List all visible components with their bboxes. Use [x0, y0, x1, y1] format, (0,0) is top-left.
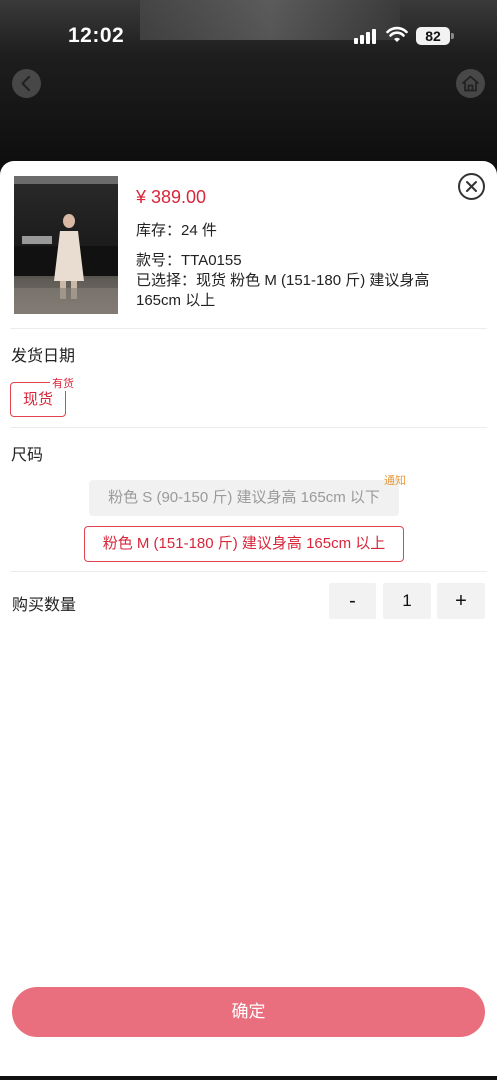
signal-icon [354, 28, 378, 44]
size-option-m[interactable]: 粉色 M (151-180 斤) 建议身高 165cm 以上 [84, 526, 404, 562]
divider [10, 571, 487, 572]
home-button[interactable] [456, 69, 485, 98]
home-icon [462, 75, 479, 92]
quantity-decrease-button[interactable]: - [329, 583, 376, 619]
in-stock-badge: 有货 [50, 375, 76, 391]
back-button[interactable] [12, 69, 41, 98]
divider [10, 427, 487, 428]
quantity-input[interactable]: 1 [383, 583, 431, 619]
model-number: 款号：TTA0155 [136, 252, 242, 269]
ship-date-title: 发货日期 [11, 348, 76, 365]
status-bar: 12:02 82 [0, 0, 497, 72]
quantity-label: 购买数量 [12, 597, 77, 614]
product-thumbnail [14, 176, 118, 314]
stock-count: 库存：24 件 [136, 222, 217, 239]
product-price: ¥ 389.00 [136, 187, 207, 207]
size-option-s[interactable]: 粉色 S (90-150 斤) 建议身高 165cm 以下 [89, 480, 399, 516]
selected-summary: 已选择：现货 粉色 M (151-180 斤) 建议身高 165cm 以上 [136, 272, 430, 309]
close-icon [466, 181, 477, 192]
product-thumbnail-graphic [14, 176, 118, 314]
close-button[interactable] [458, 173, 485, 200]
battery-indicator: 82 [416, 27, 454, 45]
divider [10, 328, 487, 329]
bottom-edge [0, 1076, 497, 1080]
status-time: 12:02 [68, 24, 125, 47]
size-title: 尺码 [11, 447, 44, 464]
notify-badge[interactable]: 通知 [384, 472, 406, 488]
confirm-button[interactable]: 确定 [12, 987, 485, 1037]
chevron-left-icon [21, 75, 31, 92]
wifi-icon [386, 26, 408, 42]
quantity-increase-button[interactable]: + [437, 583, 485, 619]
sku-selector-sheet: ¥ 389.00 库存：24 件 款号：TTA0155 已选择：现货 粉色 M … [0, 161, 497, 1080]
